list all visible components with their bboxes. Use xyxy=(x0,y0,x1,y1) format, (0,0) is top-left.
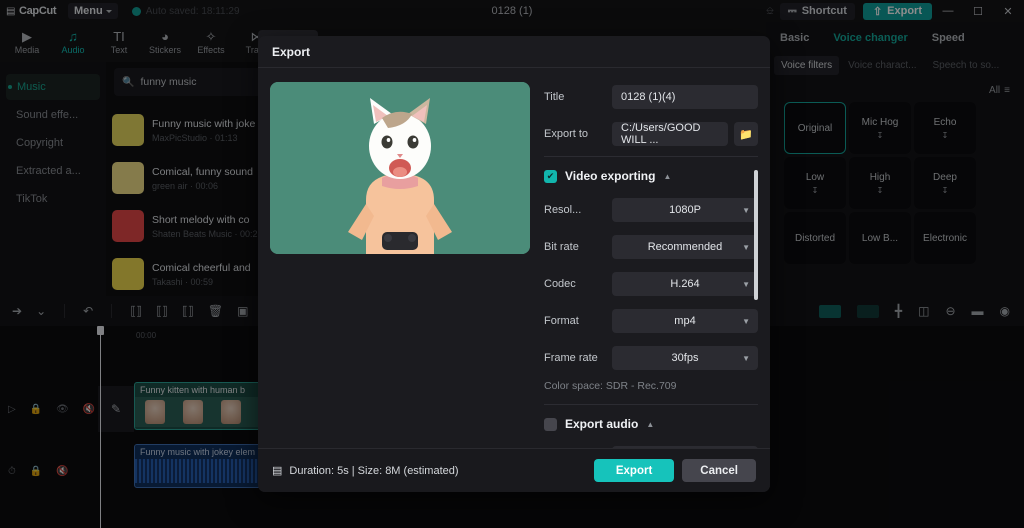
duration-text: Duration: 5s | Size: 8M (estimated) xyxy=(289,464,459,477)
export-to-label: Export to xyxy=(544,128,589,140)
format-select[interactable]: mp4 ▼ xyxy=(612,309,758,333)
title-input[interactable]: 0128 (1)(4) xyxy=(612,85,758,109)
export-form: Title 0128 (1)(4) Export to C:/Users/GOO… xyxy=(544,82,758,460)
dialog-footer: ▤ Duration: 5s | Size: 8M (estimated) Ex… xyxy=(258,448,770,492)
format-row: Format mp4 ▼ xyxy=(544,306,758,336)
dialog-body: Title 0128 (1)(4) Export to C:/Users/GOO… xyxy=(258,68,770,460)
bitrate-row: Bit rate Recommended ▼ xyxy=(544,232,758,262)
video-exporting-checkbox[interactable]: ✔ xyxy=(544,169,557,183)
chevron-down-icon: ▼ xyxy=(742,242,750,252)
export-to-row: Export to C:/Users/GOOD WILL ... 📁 xyxy=(544,119,758,149)
video-exporting-section-header[interactable]: ✔ Video exporting ▲ xyxy=(544,169,758,183)
export-to-input[interactable]: C:/Users/GOOD WILL ... xyxy=(612,122,728,146)
video-exporting-title: Video exporting xyxy=(565,169,656,183)
resolution-select[interactable]: 1080P ▼ xyxy=(612,198,758,222)
divider xyxy=(544,404,758,405)
resolution-label: Resol... xyxy=(544,204,582,216)
preview-illustration xyxy=(270,82,530,254)
codec-select[interactable]: H.264 ▼ xyxy=(612,272,758,296)
chevron-down-icon: ▼ xyxy=(742,353,750,363)
export-button-label: Export xyxy=(615,464,653,477)
bitrate-select[interactable]: Recommended ▼ xyxy=(612,235,758,259)
export-button[interactable]: Export xyxy=(593,459,675,482)
title-row: Title 0128 (1)(4) xyxy=(544,82,758,112)
codec-row: Codec H.264 ▼ xyxy=(544,269,758,299)
folder-icon[interactable]: 📁 xyxy=(734,122,758,146)
export-audio-checkbox[interactable] xyxy=(544,417,557,431)
film-icon: ▤ xyxy=(272,465,283,477)
duration-info: ▤ Duration: 5s | Size: 8M (estimated) xyxy=(272,464,459,478)
codec-label: Codec xyxy=(544,278,576,290)
capcut-window: ▤ CapCut Menu Auto saved: 18:11:29 0128 … xyxy=(0,0,1024,528)
format-label: Format xyxy=(544,315,579,327)
export-audio-section-header[interactable]: Export audio ▲ xyxy=(544,417,758,431)
resolution-row: Resol... 1080P ▼ xyxy=(544,195,758,225)
export-dialog: Export Title 0128 (1)(4) Export to C:/Us… xyxy=(258,36,770,492)
export-audio-title: Export audio xyxy=(565,417,639,431)
codec-value: H.264 xyxy=(670,278,700,290)
framerate-label: Frame rate xyxy=(544,352,598,364)
dialog-title: Export xyxy=(272,44,311,59)
dialog-header: Export xyxy=(258,36,770,68)
chevron-down-icon: ▼ xyxy=(742,316,750,326)
title-label: Title xyxy=(544,91,565,103)
cancel-button[interactable]: Cancel xyxy=(682,459,756,482)
framerate-select[interactable]: 30fps ▼ xyxy=(612,346,758,370)
export-preview xyxy=(270,82,530,254)
framerate-value: 30fps xyxy=(671,352,699,364)
cancel-button-label: Cancel xyxy=(700,464,738,477)
color-space-text: Color space: SDR - Rec.709 xyxy=(544,380,677,392)
bitrate-value: Recommended xyxy=(647,241,723,253)
chevron-up-icon[interactable]: ▲ xyxy=(646,420,654,429)
chevron-down-icon: ▼ xyxy=(742,279,750,289)
chevron-up-icon[interactable]: ▲ xyxy=(663,172,671,181)
form-scrollbar[interactable] xyxy=(754,170,758,300)
chevron-down-icon: ▼ xyxy=(742,205,750,215)
footer-buttons: Export Cancel xyxy=(593,459,756,482)
divider xyxy=(544,156,758,157)
resolution-value: 1080P xyxy=(669,204,701,216)
format-value: mp4 xyxy=(674,315,696,327)
framerate-row: Frame rate 30fps ▼ xyxy=(544,343,758,373)
bitrate-label: Bit rate xyxy=(544,241,579,253)
